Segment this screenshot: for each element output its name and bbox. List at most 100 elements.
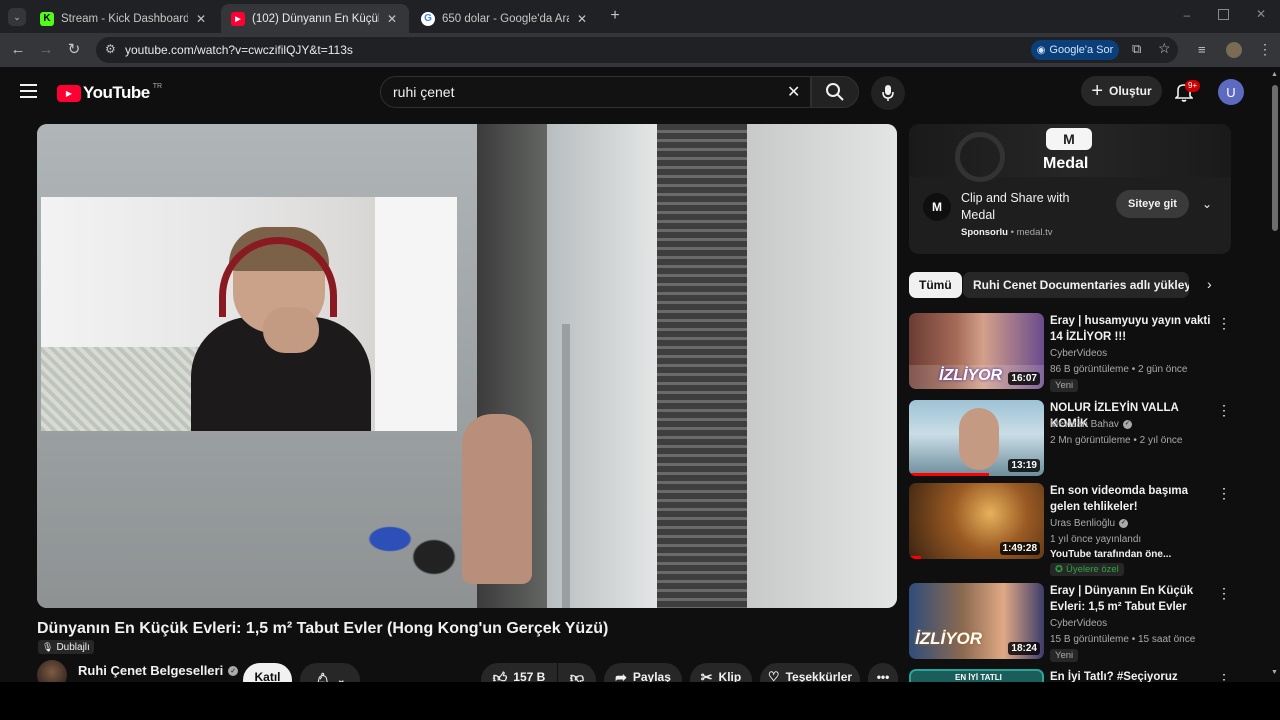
- more-vertical-icon[interactable]: ⋮: [1217, 315, 1231, 331]
- back-button[interactable]: ←: [9, 42, 27, 58]
- list-item[interactable]: 13:19 NOLUR İZLEYİN VALLA KOMİK Mevtcan …: [909, 400, 1231, 478]
- list-item[interactable]: 1:49:28 En son videomda başıma gelen teh…: [909, 483, 1231, 576]
- ad-cta-button[interactable]: Siteye git: [1116, 190, 1189, 218]
- join-label: Katıl: [254, 670, 281, 682]
- list-item[interactable]: İZLİYOR 18:24 Eray | Dünyanın En Küçük E…: [909, 583, 1231, 662]
- new-tab-button[interactable]: +: [606, 7, 624, 25]
- like-count: 157 B: [513, 670, 546, 682]
- duration: 18:24: [1008, 642, 1040, 655]
- media-control-icon[interactable]: ≡: [1198, 42, 1206, 57]
- youtube-icon: ▶: [231, 11, 245, 26]
- video-title: Eray | Dünyanın En Küçük Evleri: 1,5 m² …: [1050, 585, 1194, 613]
- close-icon[interactable]: ✕: [385, 12, 399, 26]
- dub-label: Dublajlı: [56, 641, 90, 653]
- tab-title: Stream - Kick Dashboard: [61, 12, 188, 25]
- video-title: En İyi Tatlı? #Seçiyoruz: [1050, 671, 1178, 682]
- tab-search-button[interactable]: ⌄: [8, 8, 26, 26]
- more-actions-button[interactable]: •••: [868, 663, 898, 682]
- chevron-right-icon[interactable]: ›: [1207, 276, 1212, 292]
- share-label: Paylaş: [632, 670, 671, 682]
- reload-button[interactable]: ↻: [65, 42, 83, 58]
- black-bar: [0, 682, 1280, 720]
- share-button[interactable]: ➦ Paylaş: [604, 663, 682, 682]
- clear-search-icon[interactable]: ✕: [787, 82, 800, 102]
- video-meta: 15 B görüntüleme • 15 saat önce: [1050, 634, 1196, 645]
- channel-name-row[interactable]: Ruhi Çenet Belgeselleri ✓: [78, 663, 239, 678]
- kick-icon: K: [40, 11, 54, 26]
- search-icon: [826, 83, 844, 101]
- more-vertical-icon[interactable]: ⋮: [1217, 585, 1231, 601]
- close-window-button[interactable]: ✕: [1254, 7, 1268, 21]
- chip-all[interactable]: Tümü: [909, 272, 962, 298]
- thumbnail-text: İZLİYOR: [939, 367, 1003, 384]
- chevron-down-icon[interactable]: ⌄: [1202, 197, 1212, 211]
- address-bar[interactable]: ⚙ youtube.com/watch?v=cwczifilQJY&t=113s…: [96, 37, 1178, 63]
- hamburger-menu-icon[interactable]: [20, 84, 37, 98]
- clip-label: Klip: [718, 670, 742, 682]
- duration: 13:19: [1008, 459, 1040, 472]
- google-sor-button[interactable]: ◉ Google'a Sor: [1031, 40, 1119, 60]
- search-input[interactable]: ruhi çenet ✕: [380, 76, 811, 108]
- thanks-button[interactable]: ♡ Teşekkürler: [760, 663, 860, 682]
- notification-count-badge: 9+: [1185, 80, 1201, 92]
- scrollbar-thumb[interactable]: [1272, 85, 1278, 231]
- maximize-button[interactable]: [1218, 9, 1229, 20]
- browser-menu-icon[interactable]: ⋮: [1258, 41, 1272, 58]
- profile-avatar[interactable]: [1226, 42, 1242, 58]
- lens-icon: ◉: [1036, 44, 1046, 56]
- minimize-button[interactable]: –: [1180, 8, 1194, 22]
- list-item[interactable]: EN İYİ TATLI En İyi Tatlı? #Seçiyoruz ⋮: [909, 669, 1231, 682]
- ad-card[interactable]: M Medal M Clip and Share with Medal Spon…: [909, 124, 1231, 254]
- tab-google[interactable]: G 650 dolar - Google'da Ara ✕: [411, 4, 599, 33]
- tab-kick[interactable]: K Stream - Kick Dashboard ✕: [30, 4, 218, 33]
- dislike-button[interactable]: 👎︎: [558, 663, 596, 682]
- webcam-door: [375, 197, 457, 431]
- subscribed-bell-button[interactable]: 🔔︎ ⌄: [300, 663, 360, 682]
- video-frame-shutter: [657, 124, 747, 608]
- close-icon[interactable]: ✕: [194, 12, 208, 26]
- video-meta: 2 Mn görüntüleme • 2 yıl önce: [1050, 435, 1183, 446]
- voice-search-button[interactable]: [871, 76, 905, 110]
- dub-icon: 🎙: [42, 641, 54, 652]
- channel-avatar[interactable]: [37, 660, 67, 682]
- bookmark-star-icon[interactable]: ☆: [1158, 40, 1171, 57]
- forward-button[interactable]: →: [37, 42, 55, 58]
- video-frame-crutch: [562, 324, 570, 608]
- thanks-label: Teşekkürler: [785, 670, 853, 682]
- youtube-logo[interactable]: ▶ YouTube TR: [57, 82, 162, 104]
- join-button[interactable]: Katıl: [243, 663, 292, 682]
- create-button[interactable]: + Oluştur: [1081, 76, 1162, 106]
- chip-label: Ruhi Cenet Documentaries adlı yükleyicid…: [973, 278, 1189, 292]
- create-label: Oluştur: [1109, 84, 1152, 98]
- scroll-down-icon[interactable]: ▼: [1271, 669, 1278, 676]
- list-item[interactable]: İZLİYOR 16:07 Eray | husamyuyu yayın vak…: [909, 313, 1231, 392]
- google-sor-label: Google'a Sor: [1049, 44, 1114, 56]
- chip-uploader[interactable]: Ruhi Cenet Documentaries adlı yükleyicid…: [963, 272, 1189, 298]
- notifications-button[interactable]: 9+: [1174, 80, 1201, 102]
- sponsored-label: Sponsorlu: [961, 227, 1008, 238]
- tab-youtube[interactable]: ▶ (102) Dünyanın En Küçük Evleri ✕: [221, 4, 409, 33]
- clip-button[interactable]: ✂ Klip: [690, 663, 752, 682]
- more-vertical-icon[interactable]: ⋮: [1217, 402, 1231, 418]
- verified-icon: ✓: [228, 665, 239, 676]
- more-vertical-icon[interactable]: ⋮: [1217, 671, 1231, 682]
- account-avatar[interactable]: U: [1218, 79, 1244, 105]
- browser-window: ⌄ K Stream - Kick Dashboard ✕ ▶ (102) Dü…: [0, 0, 1280, 682]
- medal-watermark-icon: [955, 132, 1005, 182]
- video-player[interactable]: [37, 124, 897, 608]
- more-horizontal-icon: •••: [876, 670, 890, 682]
- video-meta-secondary: YouTube tarafından öne...: [1050, 549, 1172, 560]
- page-scrollbar[interactable]: ▲ ▼: [1270, 67, 1280, 682]
- channel-name: CyberVideos: [1050, 348, 1108, 359]
- webcam-person-hand: [263, 307, 319, 353]
- microphone-icon: [882, 85, 894, 101]
- site-info-icon[interactable]: ⚙: [105, 42, 116, 56]
- dubbed-badge: 🎙 Dublajlı: [38, 640, 94, 654]
- ad-logo: M: [923, 193, 951, 221]
- more-vertical-icon[interactable]: ⋮: [1217, 485, 1231, 501]
- install-icon[interactable]: ⧉: [1132, 41, 1141, 57]
- close-icon[interactable]: ✕: [575, 12, 589, 26]
- scroll-up-icon[interactable]: ▲: [1271, 71, 1278, 78]
- search-button[interactable]: [811, 76, 859, 108]
- like-button[interactable]: 👍︎ 157 B: [481, 663, 557, 682]
